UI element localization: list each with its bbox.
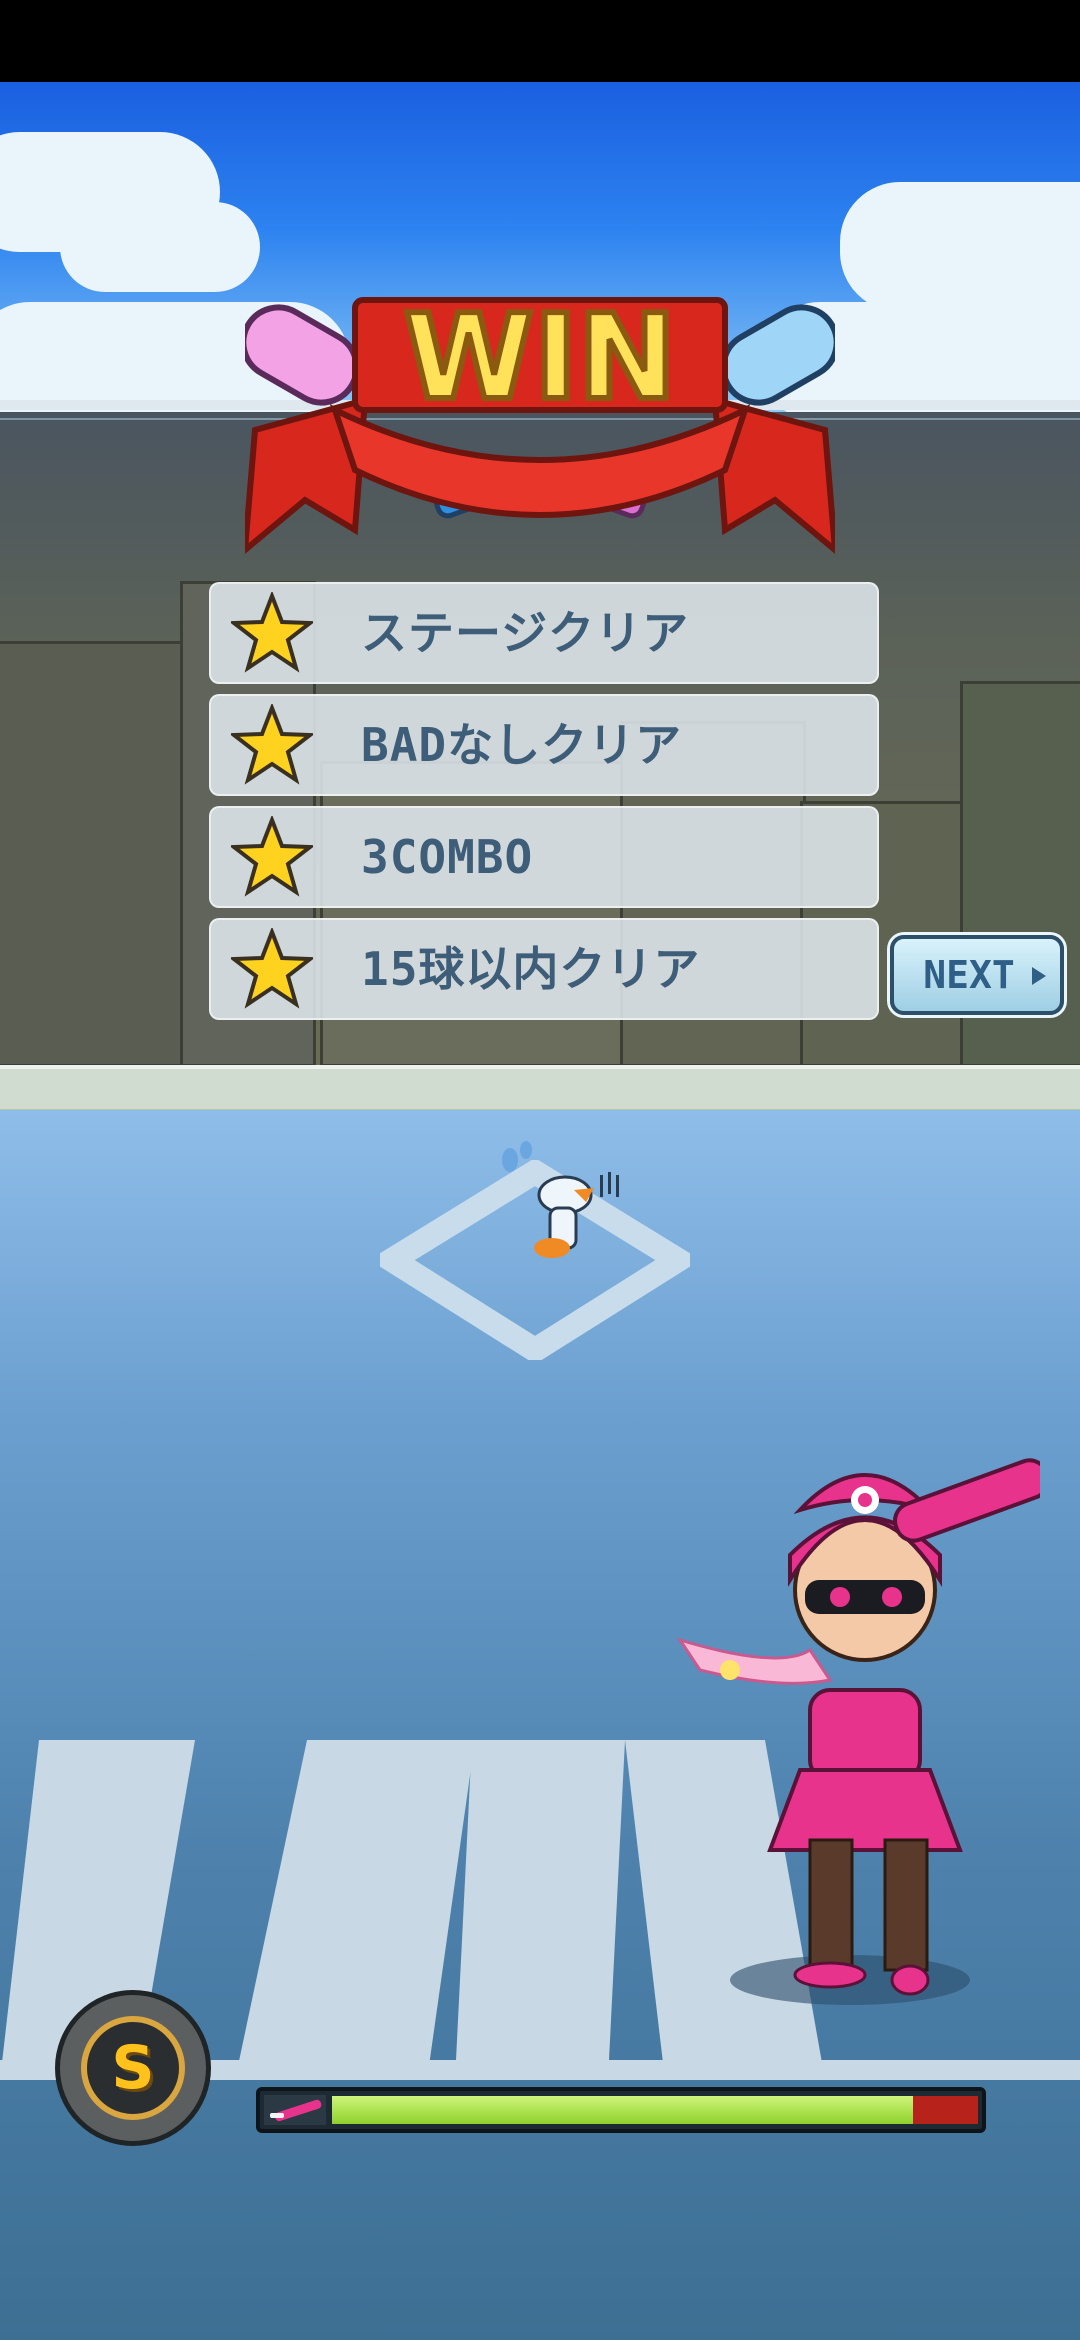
duck-character: [502, 1141, 619, 1258]
star-icon: [231, 928, 313, 1009]
mission-row-3: 3COMBO: [209, 806, 879, 908]
bat-icon: [264, 2095, 326, 2125]
win-banner: WIN: [245, 285, 835, 554]
next-button[interactable]: NEXT: [890, 935, 1064, 1015]
play-arrow-icon: [1032, 967, 1046, 985]
mission-label: BADなしクリア: [361, 718, 683, 772]
mission-row-4: 15球以内クリア: [209, 918, 879, 1020]
rank-letter: S: [111, 2033, 155, 2103]
outfield-fence: [0, 1065, 1080, 1115]
star-icon: [231, 816, 313, 897]
power-gauge: [256, 2087, 986, 2133]
mission-label: 3COMBO: [361, 830, 534, 884]
status-bar: [0, 0, 1080, 82]
next-button-label: NEXT: [923, 953, 1015, 997]
star-icon: [231, 592, 313, 673]
win-title: WIN: [404, 288, 677, 426]
mission-row-2: BADなしクリア: [209, 694, 879, 796]
mission-label: ステージクリア: [361, 606, 690, 660]
mission-row-1: ステージクリア: [209, 582, 879, 684]
mission-label: 15球以内クリア: [361, 942, 701, 996]
batter-character: [676, 1458, 1040, 2005]
power-gauge-track: [332, 2096, 978, 2124]
star-icon: [231, 704, 313, 785]
rank-badge: S: [55, 1990, 211, 2146]
power-gauge-fill: [332, 2096, 914, 2124]
